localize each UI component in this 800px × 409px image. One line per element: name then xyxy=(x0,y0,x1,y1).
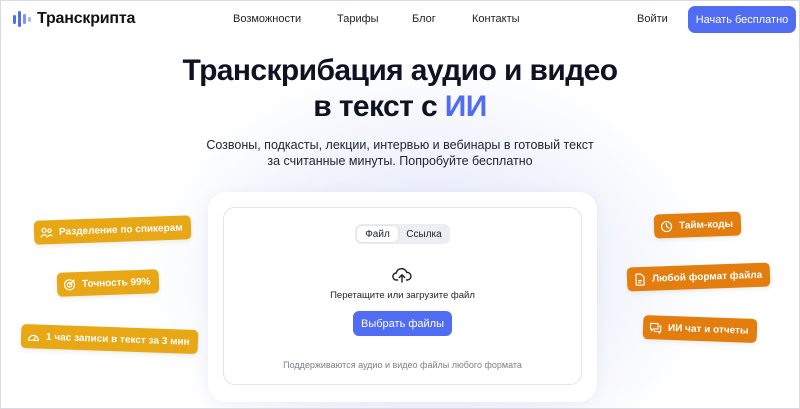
hero-subtitle-line1: Созвоны, подкасты, лекции, интервью и ве… xyxy=(206,138,594,152)
hero-title-prefix: в текст с xyxy=(313,90,445,123)
feature-chip-label: ИИ чат и отчеты xyxy=(667,322,749,337)
tab-link[interactable]: Ссылка xyxy=(401,226,447,242)
chat-icon xyxy=(649,321,662,334)
clock-icon xyxy=(660,219,673,232)
supported-formats-note: Поддерживаются аудио и видео файлы любог… xyxy=(283,360,522,370)
feature-chip-label: Точность 99% xyxy=(81,276,151,290)
speakers-icon xyxy=(40,226,53,239)
feature-chip-speed: 1 час записи в текст за 3 мин xyxy=(20,323,199,355)
feature-chip-any-format: Любой формат файла xyxy=(626,262,771,292)
speedometer-icon xyxy=(27,330,40,343)
nav-link-blog[interactable]: Блог xyxy=(412,13,436,25)
waveform-logo-icon xyxy=(13,11,31,27)
choose-files-button[interactable]: Выбрать файлы xyxy=(353,311,452,336)
feature-chip-ai-chat: ИИ чат и отчеты xyxy=(642,315,757,343)
cloud-upload-icon xyxy=(392,267,412,288)
feature-chip-label: 1 час записи в текст за 3 мин xyxy=(45,331,190,348)
site-header: Транскрипта Возможности Тарифы Блог Конт… xyxy=(0,0,800,40)
feature-chip-label: Разделение по спикерам xyxy=(58,222,183,238)
source-tabs: Файл Ссылка xyxy=(355,224,450,244)
hero-subtitle-line2: за считанные минуты. Попробуйте бесплатн… xyxy=(267,154,533,168)
feature-chip-accuracy: Точность 99% xyxy=(56,269,159,297)
start-free-button[interactable]: Начать бесплатно xyxy=(688,6,796,33)
logo-text: Транскрипта xyxy=(37,10,136,27)
tab-file[interactable]: Файл xyxy=(357,226,398,242)
file-icon xyxy=(633,272,646,286)
login-link[interactable]: Войти xyxy=(637,13,668,25)
hero-title-line2: в текст с ИИ xyxy=(0,90,800,124)
logo[interactable]: Транскрипта xyxy=(12,9,135,29)
feature-chip-timecodes: Тайм-коды xyxy=(653,211,742,239)
drop-instructions: Перетащите или загрузите файл xyxy=(330,290,475,301)
nav-link-contacts[interactable]: Контакты xyxy=(472,13,520,25)
nav-link-pricing[interactable]: Тарифы xyxy=(337,13,379,25)
hero-title-accent: ИИ xyxy=(444,90,488,123)
feature-chip-label: Тайм-коды xyxy=(678,218,734,232)
nav-link-features[interactable]: Возможности xyxy=(233,13,301,25)
feature-chip-label: Любой формат файла xyxy=(651,269,763,285)
hero-title-line1: Транскрибация аудио и видео xyxy=(182,54,618,87)
target-icon xyxy=(63,278,76,291)
